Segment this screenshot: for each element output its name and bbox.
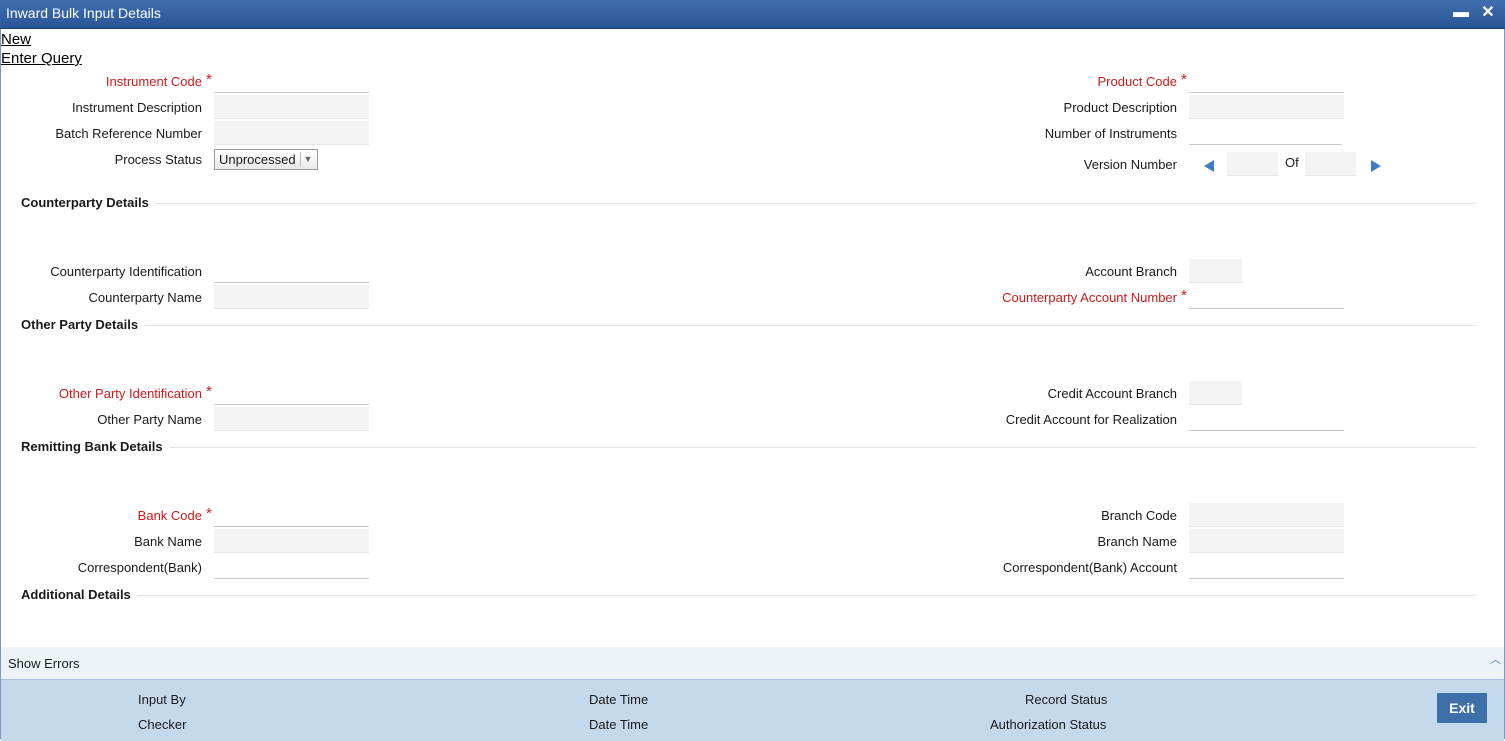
show-errors-link[interactable]: Show Errors: [8, 656, 80, 671]
process-status-label: Process Status: [114, 152, 202, 167]
counterparty-identification-input[interactable]: [214, 259, 369, 283]
credit-account-branch-field[interactable]: [1189, 381, 1242, 405]
other-party-name-field[interactable]: [214, 407, 369, 431]
required-marker: *: [206, 71, 212, 88]
input-by-label: Input By: [138, 692, 186, 707]
checker-label: Checker: [138, 717, 187, 732]
additional-details-heading: Additional Details: [21, 587, 131, 602]
version-number-field[interactable]: [1227, 152, 1278, 176]
credit-account-branch-label: Credit Account Branch: [1047, 386, 1177, 401]
required-marker: *: [1181, 287, 1187, 304]
instrument-description-label: Instrument Description: [71, 100, 202, 115]
counterparty-identification-label: Counterparty Identification: [50, 264, 202, 279]
product-code-input[interactable]: [1189, 69, 1344, 93]
record-status-label: Record Status: [1025, 692, 1108, 707]
required-marker: *: [206, 505, 212, 522]
bank-code-label: Bank Code: [137, 508, 202, 523]
version-number-label: Version Number: [1083, 157, 1177, 172]
instrument-code-label: Instrument Code: [105, 74, 202, 89]
process-status-value: Unprocessed: [219, 152, 296, 167]
bank-name-field[interactable]: [214, 529, 369, 553]
instrument-code-input[interactable]: [214, 69, 369, 93]
minimize-icon[interactable]: ▬: [1452, 4, 1470, 22]
number-of-instruments-input[interactable]: [1189, 121, 1342, 145]
batch-reference-number-field[interactable]: [214, 121, 369, 145]
remitting-bank-details-heading: Remitting Bank Details: [21, 439, 163, 454]
section-divider: [145, 325, 1476, 326]
other-party-identification-input[interactable]: [214, 381, 369, 405]
account-branch-label: Account Branch: [1085, 264, 1177, 279]
exit-button[interactable]: Exit: [1437, 693, 1487, 723]
date-time-label: Date Time: [589, 692, 649, 707]
total-versions-field[interactable]: [1305, 152, 1356, 176]
branch-name-label: Branch Name: [1097, 534, 1177, 549]
credit-account-realization-label: Credit Account for Realization: [1005, 412, 1177, 427]
branch-name-field[interactable]: [1189, 529, 1344, 553]
bank-code-input[interactable]: [214, 503, 369, 527]
window-titlebar: Inward Bulk Input Details ▬ ✕: [0, 0, 1505, 29]
section-divider: [155, 203, 1476, 204]
instrument-description-field[interactable]: [214, 95, 369, 119]
audit-footer: [1, 679, 1504, 741]
chevron-up-icon[interactable]: ︿: [1490, 651, 1501, 667]
bank-name-label: Bank Name: [134, 534, 202, 549]
checker-date-time-label: Date Time: [589, 717, 649, 732]
section-divider: [170, 447, 1476, 448]
of-label: Of: [1285, 155, 1299, 170]
new-link[interactable]: New: [1, 31, 31, 48]
product-code-label: Product Code: [1097, 74, 1178, 89]
required-marker: *: [1181, 71, 1187, 88]
authorization-status-label: Authorization Status: [990, 717, 1107, 732]
branch-code-field[interactable]: [1189, 503, 1344, 527]
counterparty-name-label: Counterparty Name: [88, 290, 202, 305]
window-title: Inward Bulk Input Details: [6, 5, 161, 21]
batch-reference-number-label: Batch Reference Number: [55, 126, 202, 141]
product-description-field[interactable]: [1189, 95, 1344, 119]
required-marker: *: [206, 383, 212, 400]
other-party-name-label: Other Party Name: [97, 412, 202, 427]
correspondent-bank-input[interactable]: [214, 555, 369, 579]
section-divider: [138, 595, 1476, 596]
correspondent-bank-label: Correspondent(Bank): [77, 560, 202, 575]
counterparty-details-heading: Counterparty Details: [21, 195, 149, 210]
counterparty-account-number-input[interactable]: [1189, 285, 1344, 309]
errors-bar: Show Errors ︿: [1, 647, 1504, 679]
other-party-identification-label: Other Party Identification: [58, 386, 202, 401]
credit-account-realization-input[interactable]: [1189, 407, 1344, 431]
counterparty-account-number-label: Counterparty Account Number: [1002, 290, 1177, 305]
correspondent-bank-account-label: Correspondent(Bank) Account: [1002, 560, 1177, 575]
enter-query-link[interactable]: Enter Query: [1, 50, 82, 67]
chevron-down-icon: ▼: [300, 152, 315, 167]
next-version-icon[interactable]: [1371, 160, 1381, 172]
other-party-details-heading: Other Party Details: [21, 317, 139, 332]
number-of-instruments-label: Number of Instruments: [1044, 126, 1177, 141]
process-status-select[interactable]: Unprocessed ▼: [214, 149, 318, 170]
product-description-label: Product Description: [1063, 100, 1177, 115]
close-icon[interactable]: ✕: [1479, 4, 1497, 22]
correspondent-bank-account-input[interactable]: [1189, 555, 1344, 579]
account-branch-field[interactable]: [1189, 259, 1242, 283]
previous-version-icon[interactable]: [1204, 160, 1214, 172]
counterparty-name-field[interactable]: [214, 285, 369, 309]
branch-code-label: Branch Code: [1101, 508, 1177, 523]
